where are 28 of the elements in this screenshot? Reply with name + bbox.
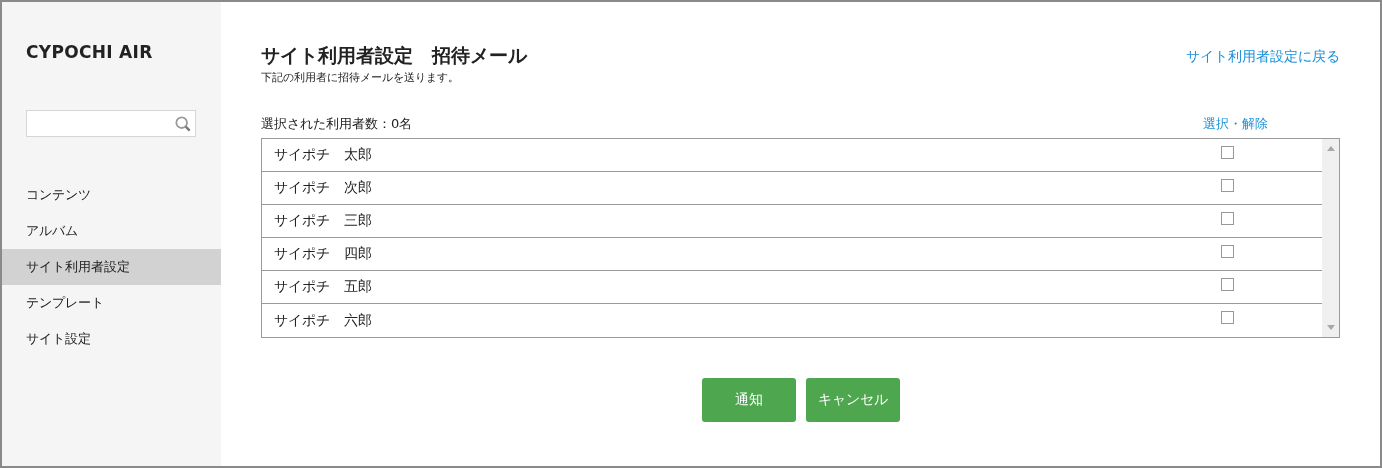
checkbox[interactable] bbox=[1221, 277, 1234, 291]
page-description: 下記の利用者に招待メールを送ります。 bbox=[261, 70, 460, 85]
scroll-up-icon[interactable] bbox=[1326, 146, 1335, 151]
user-name: サイポチ 三郎 bbox=[274, 212, 372, 230]
back-link[interactable]: サイト利用者設定に戻る bbox=[1186, 48, 1340, 66]
checkbox[interactable] bbox=[1221, 244, 1234, 258]
user-name: サイポチ 四郎 bbox=[274, 245, 372, 263]
nav-item[interactable]: サイト設定 bbox=[2, 321, 221, 357]
nav-item[interactable]: テンプレート bbox=[2, 285, 221, 321]
select-toggle-link[interactable]: 選択・解除 bbox=[1203, 115, 1268, 135]
checkbox[interactable] bbox=[1221, 311, 1234, 324]
nav-item[interactable]: サイト利用者設定 bbox=[2, 249, 221, 285]
search-icon[interactable] bbox=[175, 114, 191, 133]
checkbox[interactable] bbox=[1221, 145, 1234, 159]
selected-count: 選択された利用者数：0名 bbox=[261, 115, 413, 133]
user-name: サイポチ 次郎 bbox=[274, 179, 372, 197]
page-title: サイト利用者設定 招待メール bbox=[261, 43, 527, 68]
checkbox[interactable] bbox=[1221, 178, 1234, 192]
user-name: サイポチ 六郎 bbox=[274, 311, 372, 330]
app-logo: CYPOCHI AIR bbox=[26, 42, 154, 64]
nav-item[interactable]: アルバム bbox=[2, 213, 221, 249]
checkbox[interactable] bbox=[1221, 211, 1234, 225]
scrollbar[interactable] bbox=[1322, 139, 1339, 337]
user-name: サイポチ 太郎 bbox=[274, 146, 372, 164]
nav-item[interactable]: コンテンツ bbox=[2, 177, 221, 213]
user-name: サイポチ 五郎 bbox=[274, 278, 372, 296]
search-field[interactable] bbox=[26, 110, 196, 137]
scroll-down-icon[interactable] bbox=[1326, 325, 1335, 330]
